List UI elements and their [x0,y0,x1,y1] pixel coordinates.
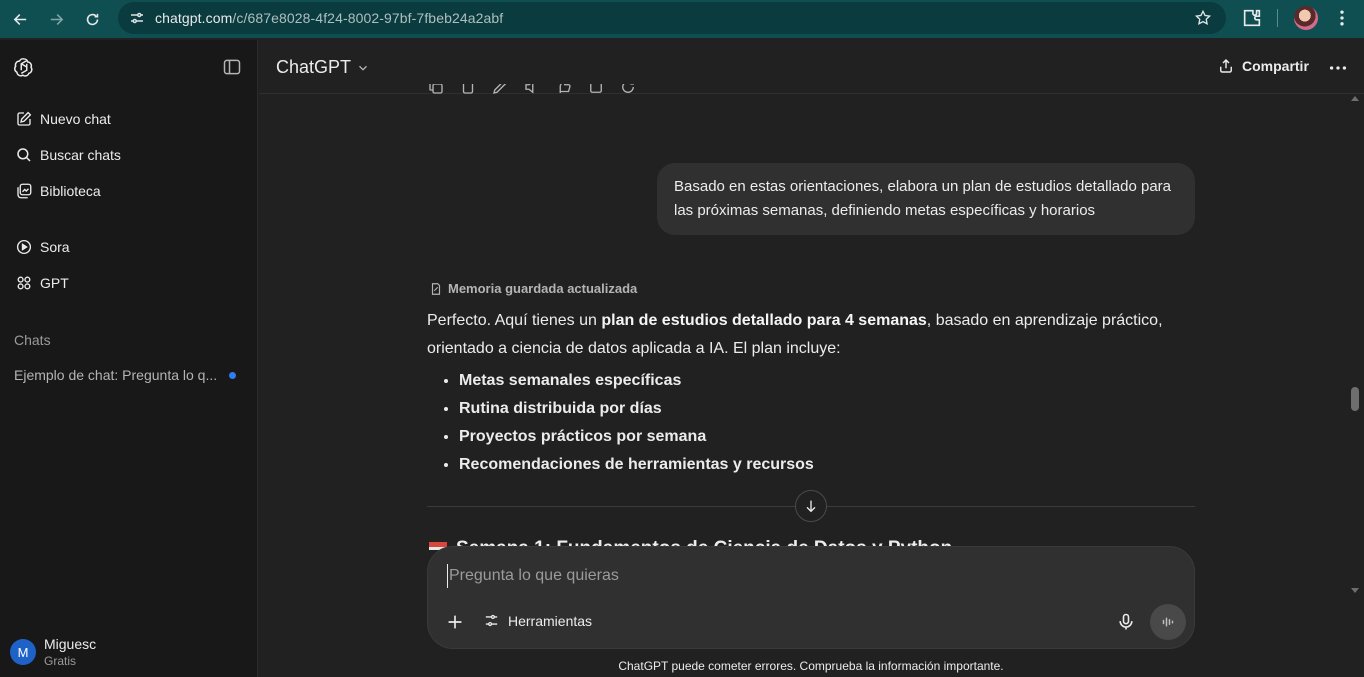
message-composer: Herramientas [427,546,1195,649]
regenerate-icon[interactable] [619,84,637,96]
sidebar-item-label: Sora [40,239,70,255]
list-item: Proyectos prácticos por semana [459,423,1197,451]
microphone-icon[interactable] [1116,612,1136,632]
tools-sliders-icon [485,614,498,627]
arrow-down-icon [806,500,816,513]
extensions-icon[interactable] [1241,7,1263,29]
memory-icon [431,282,441,295]
chevron-down-icon [359,65,367,71]
browser-toolbar: chatgpt.com/c/687e8028-4f24-8002-97bf-7f… [0,0,1364,38]
library-icon [17,183,32,199]
user-name: Miguesc [44,636,97,652]
edit-icon [17,111,32,126]
openai-logo-icon[interactable] [13,56,35,78]
waveform-icon [1162,617,1174,627]
browser-menu-icon[interactable] [1332,8,1352,28]
sidebar-item-label: Nuevo chat [40,111,111,127]
copy-icon[interactable] [459,84,477,96]
share-label: Compartir [1242,58,1309,74]
more-options-icon[interactable] [1327,57,1349,79]
user-plan: Gratis [44,654,77,668]
prompt-input[interactable] [447,564,1147,588]
site-settings-icon[interactable] [128,9,146,27]
memory-updated-note[interactable]: Memoria guardada actualizada [429,281,637,296]
speaker-icon[interactable] [523,84,541,96]
reload-icon [86,13,98,25]
play-circle-icon [16,239,32,255]
tools-button[interactable]: Herramientas [483,612,592,629]
url-text: chatgpt.com/c/687e8028-4f24-8002-97bf-7f… [155,10,504,26]
toolbar-divider [1277,9,1278,27]
scrollbar-up-arrow[interactable] [1351,96,1359,101]
bookmark-star-icon[interactable] [1194,9,1212,27]
thumbs-icon[interactable] [555,84,573,96]
sidebar-item-search-chats[interactable]: Buscar chats [6,138,250,172]
grid-icon [17,276,31,290]
scrollbar-thumb[interactable] [1351,387,1359,411]
message-actions-row [427,84,637,98]
plus-icon[interactable] [444,611,466,633]
sidebar-item-label: Biblioteca [40,183,101,199]
address-bar[interactable]: chatgpt.com/c/687e8028-4f24-8002-97bf-7f… [118,2,1226,34]
chats-section-title: Chats [14,332,51,348]
sidebar-toggle-icon[interactable] [222,57,242,77]
model-selector[interactable]: ChatGPT [276,57,370,78]
sidebar-item-new-chat[interactable]: Nuevo chat [6,102,250,136]
list-item: Recomendaciones de herramientas y recurs… [459,451,1197,479]
chat-header: ChatGPT Compartir [259,40,1364,94]
tools-label: Herramientas [508,612,593,629]
answer-bullet-list: Metas semanales específicas Rutina distr… [427,367,1197,479]
sidebar-item-gpt[interactable]: GPT [6,266,250,300]
list-item: Rutina distribuida por días [459,395,1197,423]
chat-title: Ejemplo de chat: Pregunta lo q... [14,367,218,383]
user-message-bubble: Basado en estas orientaciones, elabora u… [657,163,1195,235]
forward-button[interactable] [38,2,74,36]
answer-intro: Perfecto. Aquí tienes un plan de estudio… [427,312,1163,357]
model-name: ChatGPT [276,57,352,77]
disclaimer-text: ChatGPT puede cometer errores. Comprueba… [618,659,1004,673]
pen-icon[interactable] [491,84,509,96]
sidebar-item-label: GPT [40,275,69,291]
scrollbar-down-arrow[interactable] [1351,588,1359,593]
back-button[interactable] [2,2,38,36]
memory-label: Memoria guardada actualizada [448,281,638,296]
share-icon [1220,58,1232,73]
reload-button[interactable] [74,2,110,36]
sidebar: Nuevo chat Buscar chats Biblioteca Sora … [0,40,258,677]
list-item: Metas semanales específicas [459,367,1197,395]
share-button[interactable]: Compartir [1217,57,1309,75]
sidebar-item-label: Buscar chats [40,147,121,163]
sidebar-item-sora[interactable]: Sora [6,230,250,264]
assistant-message: Perfecto. Aquí tienes un plan de estudio… [427,307,1197,479]
scroll-to-bottom-button[interactable] [795,490,827,522]
arrow-right-icon [50,13,63,25]
browser-profile-avatar[interactable] [1294,6,1318,30]
sidebar-chat-item[interactable]: Ejemplo de chat: Pregunta lo q... [6,358,250,392]
arrow-left-icon [13,13,26,25]
search-icon [17,148,31,162]
copy-icon[interactable] [427,84,445,96]
unread-dot [229,372,236,379]
avatar: M [10,639,36,665]
sidebar-item-library[interactable]: Biblioteca [6,174,250,208]
user-profile[interactable]: M Miguesc Gratis [10,636,96,668]
voice-mode-button[interactable] [1150,604,1186,640]
share-icon[interactable] [587,84,605,96]
